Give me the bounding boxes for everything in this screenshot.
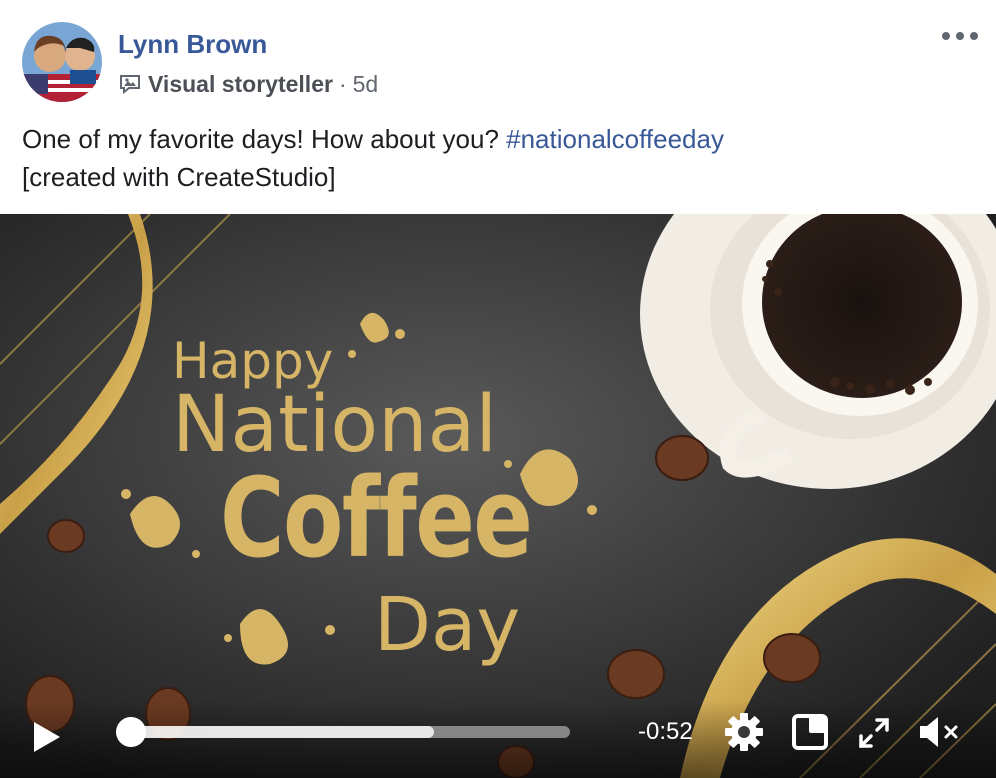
buffered-bar (130, 726, 434, 738)
storyteller-badge[interactable]: Visual storyteller (148, 71, 333, 98)
mute-icon[interactable] (918, 714, 962, 750)
post-text: One of my favorite days! How about you? … (22, 120, 724, 196)
progress-knob[interactable] (116, 717, 146, 747)
time-remaining: -0:52 (638, 718, 693, 745)
post-meta: Visual storyteller · 5d (118, 70, 378, 98)
progress-track[interactable] (130, 726, 570, 738)
meta-separator: · (338, 70, 347, 97)
play-icon[interactable] (30, 720, 62, 754)
post-text-main: One of my favorite days! How about you? (22, 124, 507, 154)
visual-storyteller-badge-icon (120, 75, 140, 95)
post-header: Lynn Brown Visual storyteller · 5d One o… (0, 0, 996, 214)
hashtag-link[interactable]: #nationalcoffeeday (506, 124, 724, 154)
more-options-icon[interactable] (942, 24, 978, 48)
fullscreen-icon[interactable] (857, 716, 891, 750)
greeting-coffee: Coffee (220, 454, 533, 582)
author-name[interactable]: Lynn Brown (118, 29, 267, 60)
greeting-day: Day (374, 582, 521, 668)
video-player[interactable]: Happy National Coffee Day -0:52 (0, 214, 996, 778)
picture-in-picture-icon[interactable] (792, 714, 828, 750)
author-avatar[interactable] (22, 22, 102, 102)
post-timestamp[interactable]: 5d (353, 71, 379, 98)
video-controls: -0:52 (0, 700, 996, 778)
post-text-line2: [created with CreateStudio] (22, 162, 336, 192)
gear-icon[interactable] (724, 712, 764, 752)
